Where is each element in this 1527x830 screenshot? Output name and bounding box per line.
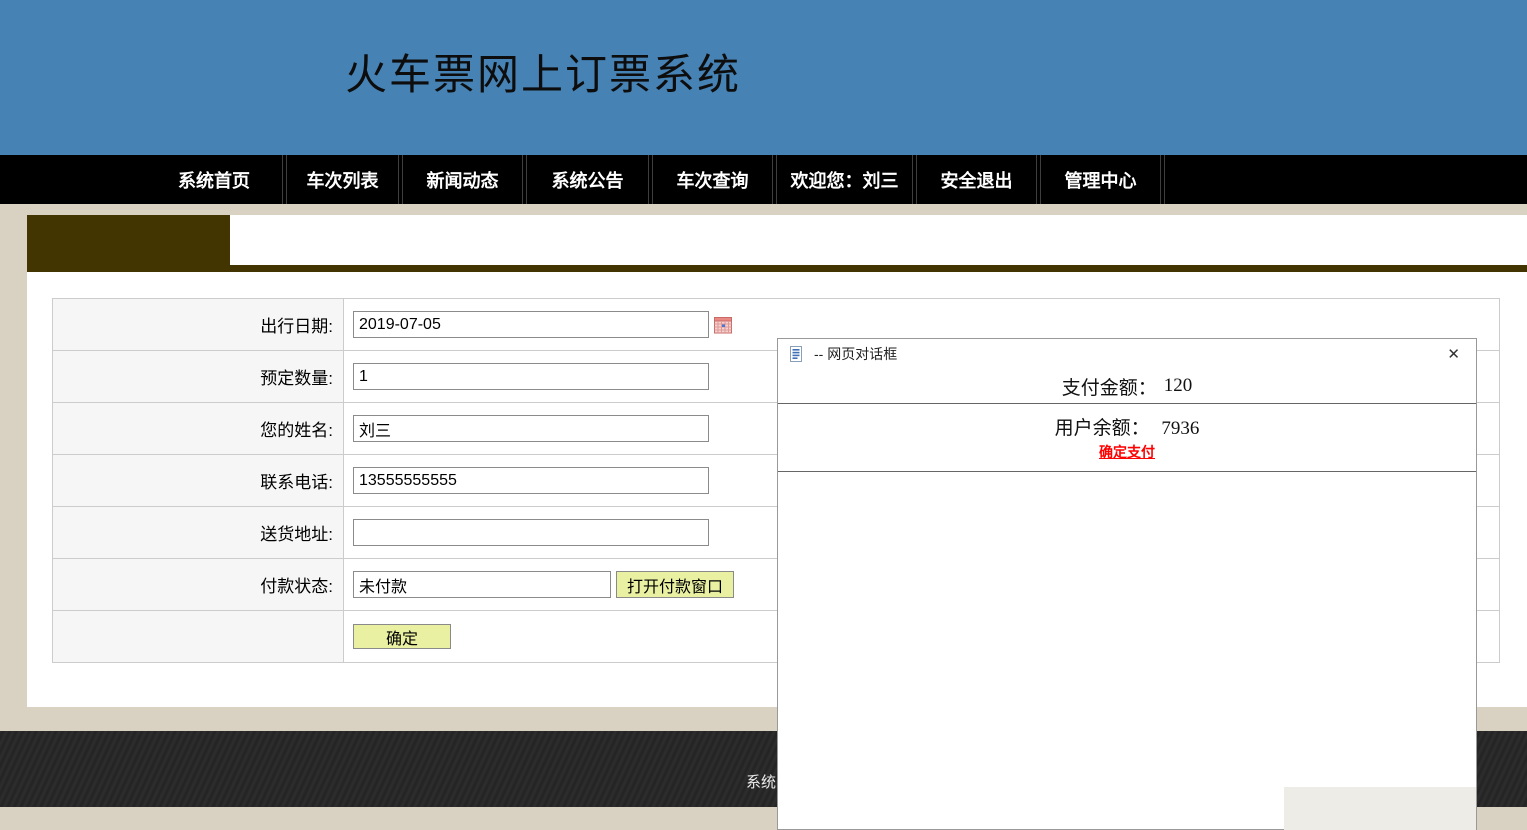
dialog-title: -- 网页对话框 xyxy=(814,346,898,362)
nav-item-admin-center[interactable]: 管理中心 xyxy=(1041,155,1160,204)
user-balance-value: 7936 xyxy=(1161,418,1200,439)
payment-dialog: -- 网页对话框 ✕ 支付金额： 120 用户余额： 7936 确定支付 xyxy=(777,338,1477,830)
nav-item-logout[interactable]: 安全退出 xyxy=(917,155,1036,204)
payment-amount-value: 120 xyxy=(1163,375,1193,396)
dialog-titlebar: -- 网页对话框 ✕ xyxy=(778,339,1476,369)
tab-underline xyxy=(27,265,1527,272)
nav-item-train-search[interactable]: 车次查询 xyxy=(653,155,772,204)
travel-date-label: 出行日期: xyxy=(53,299,344,350)
payment-status-label: 付款状态: xyxy=(53,559,344,610)
nav-divider xyxy=(1160,155,1165,204)
payment-status-input[interactable] xyxy=(353,571,611,598)
empty-label-cell xyxy=(53,611,344,662)
document-icon xyxy=(790,346,802,362)
nav-item-welcome-user: 欢迎您：刘三 xyxy=(790,170,899,191)
main-nav: 系统首页 车次列表 新闻动态 系统公告 车次查询 欢迎您：刘三 安全退出 管理中… xyxy=(0,155,1527,204)
calendar-icon[interactable] xyxy=(714,316,732,334)
nav-item-news[interactable]: 新闻动态 xyxy=(403,155,522,204)
name-input[interactable] xyxy=(353,415,709,442)
phone-input[interactable] xyxy=(353,467,709,494)
user-balance-section: 用户余额： 7936 确定支付 xyxy=(778,404,1476,472)
payment-amount-label: 支付金额： xyxy=(1061,377,1157,399)
user-balance-label: 用户余额： xyxy=(1054,418,1150,439)
footer-text: 系统 xyxy=(746,774,777,791)
page: 火车票网上订票系统 系统首页 车次列表 新闻动态 系统公告 车次查询 欢迎您：刘… xyxy=(0,0,1527,830)
nav-item-home[interactable]: 系统首页 xyxy=(146,155,282,204)
open-payment-window-button[interactable]: 打开付款窗口 xyxy=(616,571,735,598)
address-label: 送货地址: xyxy=(53,507,344,558)
nav-item-announcements[interactable]: 系统公告 xyxy=(527,155,648,204)
payment-amount-row: 支付金额： 120 xyxy=(778,369,1476,404)
site-title: 火车票网上订票系统 xyxy=(345,51,742,98)
quantity-input[interactable] xyxy=(353,363,709,390)
dialog-bottom-panel xyxy=(1284,787,1476,830)
close-icon[interactable]: ✕ xyxy=(1447,347,1460,362)
confirm-button[interactable]: 确定 xyxy=(353,624,451,649)
name-label: 您的姓名: xyxy=(53,403,344,454)
active-tab[interactable] xyxy=(27,215,230,272)
confirm-payment-link[interactable]: 确定支付 xyxy=(1099,442,1155,462)
phone-label: 联系电话: xyxy=(53,455,344,506)
address-input[interactable] xyxy=(353,519,709,546)
quantity-label: 预定数量: xyxy=(53,351,344,402)
travel-date-input[interactable] xyxy=(353,311,709,338)
site-banner: 火车票网上订票系统 xyxy=(0,0,1527,155)
nav-item-train-list[interactable]: 车次列表 xyxy=(287,155,398,204)
